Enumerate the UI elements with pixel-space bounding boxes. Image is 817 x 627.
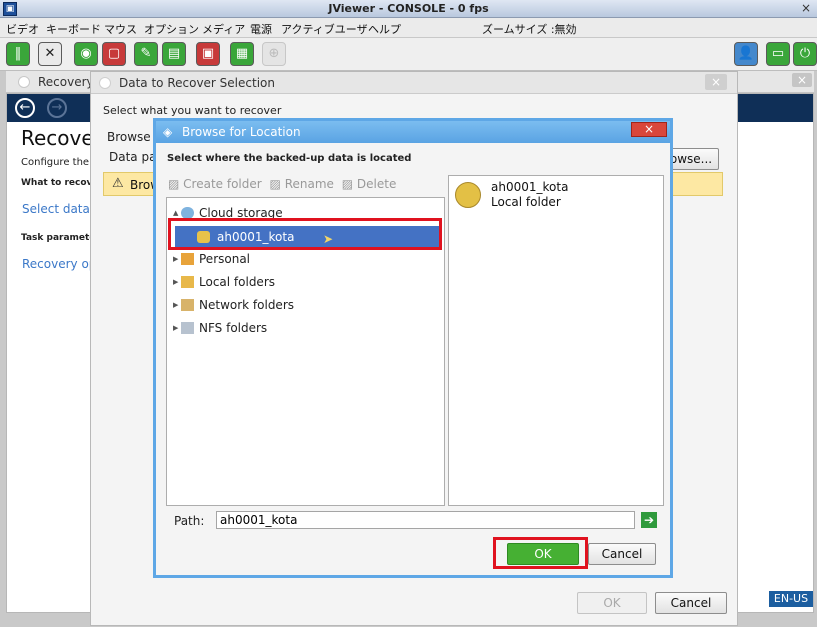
locale-indicator: EN-US: [769, 591, 813, 607]
local-folder-icon: [181, 276, 194, 288]
tree-item-personal[interactable]: ▶ Personal: [167, 248, 444, 270]
expand-arrow-icon[interactable]: ▶: [173, 271, 178, 293]
tree-item-ah0001-kota[interactable]: ah0001_kota ➤: [175, 226, 441, 248]
forward-arrow-icon[interactable]: →: [47, 98, 67, 118]
cloud-icon: [181, 207, 194, 219]
recovery-options-link[interactable]: Recovery op: [22, 257, 96, 271]
cloud-user-icon: [197, 231, 210, 243]
data-dialog-cancel-button[interactable]: Cancel: [655, 592, 727, 614]
cd-icon[interactable]: ◉: [74, 42, 98, 66]
delete-icon: ▨: [341, 177, 354, 191]
data-dialog-prompt: Select what you want to recover: [103, 104, 282, 117]
window-close-button[interactable]: ×: [799, 1, 813, 15]
toolbar: ‖ ✕ ◉ ▢ ✎ ▤ ▣ ▦ ⊕ 👤 ▭ ⏻: [0, 38, 817, 71]
browse-dialog-close-button[interactable]: ×: [631, 122, 667, 137]
tree-item-label: Network folders: [199, 298, 295, 312]
mouse-cursor-icon: ➤: [323, 232, 334, 246]
data-dialog-ok-button[interactable]: OK: [577, 592, 647, 614]
browse-instruction: Select where the backed-up data is locat…: [167, 153, 412, 164]
detail-name: ah0001_kota: [491, 180, 569, 194]
usb-icon[interactable]: ✎: [134, 42, 158, 66]
go-arrow-icon[interactable]: ➔: [641, 512, 657, 528]
back-arrow-icon[interactable]: ←: [15, 98, 35, 118]
data-dialog-title-bar: Data to Recover Selection ×: [91, 72, 737, 94]
menu-video[interactable]: ビデオ: [6, 21, 39, 37]
browse-label: Browse: [107, 130, 151, 144]
rename-icon: ▨: [269, 177, 281, 191]
chip-icon[interactable]: ▦: [230, 42, 254, 66]
tree-item-label: Personal: [199, 252, 251, 266]
zoom-icon[interactable]: ⊕: [262, 42, 286, 66]
path-input[interactable]: [216, 511, 635, 529]
rename-button[interactable]: Rename: [285, 177, 334, 191]
nfs-folder-icon: [181, 322, 194, 334]
data-dialog-title: Data to Recover Selection: [119, 76, 275, 90]
expand-arrow-icon[interactable]: ▶: [173, 294, 178, 316]
recovery-heading: Recove: [21, 126, 94, 150]
select-data-link[interactable]: Select data.: [22, 202, 94, 216]
tree-item-label: NFS folders: [199, 321, 268, 335]
folder-actions: ▨ Create folder ▨ Rename ▨ Delete: [168, 177, 396, 191]
browse-ok-button[interactable]: OK: [507, 543, 579, 565]
browse-dialog-icon: ◈: [163, 125, 173, 139]
tree-item-cloud-storage[interactable]: ▲ Cloud storage: [167, 202, 444, 224]
menu-mouse[interactable]: マウス: [104, 21, 137, 37]
delete-button[interactable]: Delete: [357, 177, 396, 191]
detail-type: Local folder: [491, 195, 561, 209]
menu-bar: ビデオ キーボード マウス オプション メディア 電源 アクティブユーザ ヘルプ…: [0, 18, 817, 38]
browse-dialog-title-bar: ◈ Browse for Location ×: [156, 121, 670, 143]
hdd-icon[interactable]: ▤: [162, 42, 186, 66]
zoom-size-label: ズームサイズ :無効: [482, 23, 577, 36]
location-tree[interactable]: ▲ Cloud storage ah0001_kota ➤ ▶ Personal…: [166, 197, 445, 506]
personal-folder-icon: [181, 253, 194, 265]
browse-dialog-title: Browse for Location: [182, 125, 301, 139]
menu-options[interactable]: オプション: [144, 21, 199, 37]
record-icon[interactable]: ▣: [196, 42, 220, 66]
recovery-window-title: Recovery: [38, 75, 94, 89]
create-folder-button[interactable]: Create folder: [183, 177, 262, 191]
expand-arrow-icon[interactable]: ▶: [173, 248, 178, 270]
menu-media[interactable]: メディア: [202, 21, 245, 37]
warning-icon: ⚠: [112, 176, 124, 191]
tree-item-label: Local folders: [199, 275, 276, 289]
expand-arrow-icon[interactable]: ▶: [173, 317, 178, 339]
pause-icon[interactable]: ‖: [6, 42, 30, 66]
menu-active-users[interactable]: アクティブユーザ: [281, 21, 368, 37]
tree-item-local-folders[interactable]: ▶ Local folders: [167, 271, 444, 293]
power-icon[interactable]: ⏻: [793, 42, 817, 66]
browse-cancel-button[interactable]: Cancel: [588, 543, 656, 565]
recovery-window-tab: Recovery: [6, 71, 94, 93]
browse-for-location-dialog: ◈ Browse for Location × Select where the…: [153, 118, 673, 578]
data-dialog-close-button[interactable]: ×: [705, 74, 727, 90]
menu-keyboard[interactable]: キーボード: [46, 21, 101, 37]
keyboard-icon[interactable]: ✕: [38, 42, 62, 66]
floppy-icon[interactable]: ▢: [102, 42, 126, 66]
location-detail-pane: ah0001_kota Local folder: [448, 175, 664, 506]
recovery-window-right-bar: ×: [738, 71, 814, 93]
collapse-arrow-icon[interactable]: ▲: [173, 202, 178, 224]
create-folder-icon: ▨: [168, 177, 180, 191]
user-icon[interactable]: 👤: [734, 42, 758, 66]
tree-item-nfs-folders[interactable]: ▶ NFS folders: [167, 317, 444, 339]
tree-item-network-folders[interactable]: ▶ Network folders: [167, 294, 444, 316]
menu-power[interactable]: 電源: [250, 21, 272, 37]
tree-item-label: Cloud storage: [199, 206, 283, 220]
data-dialog-icon: [99, 77, 111, 89]
network-folder-icon: [181, 299, 194, 311]
data-path-label: Data pa: [109, 150, 157, 164]
cloud-user-icon: [455, 182, 481, 208]
recovery-window-close-button[interactable]: ×: [792, 73, 812, 87]
recovery-window-icon: [18, 76, 30, 88]
menu-help[interactable]: ヘルプ: [368, 21, 401, 37]
jviewer-title-bar: ▣ JViewer - CONSOLE - 0 fps ×: [0, 0, 817, 18]
tree-item-label: ah0001_kota: [217, 230, 295, 244]
window-title: JViewer - CONSOLE - 0 fps: [328, 2, 489, 15]
monitor-icon[interactable]: ▭: [766, 42, 790, 66]
path-label: Path:: [174, 514, 205, 528]
